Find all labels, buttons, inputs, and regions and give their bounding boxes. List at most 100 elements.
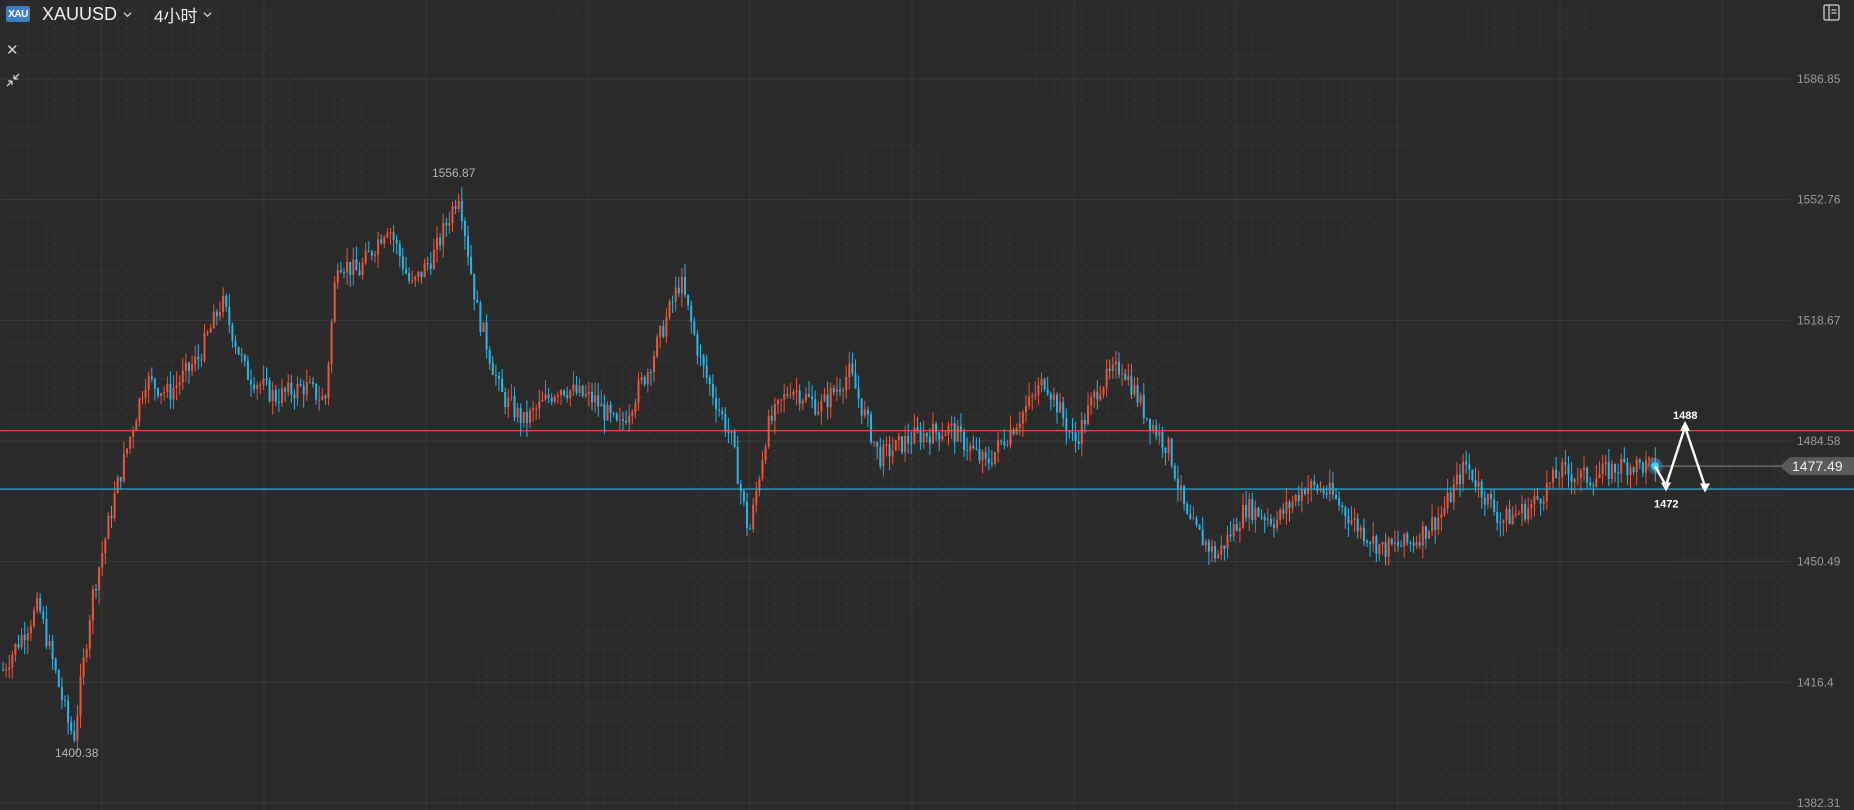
map-dot (1610, 647, 1614, 651)
map-dot (980, 224, 984, 228)
map-dot (341, 170, 345, 174)
map-dot (791, 476, 795, 480)
map-dot (944, 422, 948, 426)
map-dot (800, 584, 804, 588)
map-dot (1538, 710, 1542, 714)
map-dot (1196, 206, 1200, 210)
map-dot (1601, 728, 1605, 732)
map-dot (1322, 197, 1326, 201)
map-dot (926, 575, 930, 579)
map-dot (683, 692, 687, 696)
map-dot (926, 404, 930, 408)
map-dot (1394, 107, 1398, 111)
map-dot (53, 287, 57, 291)
map-dot (1106, 269, 1110, 273)
map-dot (620, 728, 624, 732)
map-dot (1052, 35, 1056, 39)
map-dot (359, 188, 363, 192)
map-dot (1151, 269, 1155, 273)
map-dot (1061, 287, 1065, 291)
map-dot (143, 368, 147, 372)
map-dot (503, 728, 507, 732)
map-dot (872, 458, 876, 462)
map-dot (44, 296, 48, 300)
map-dot (1259, 98, 1263, 102)
map-dot (1178, 188, 1182, 192)
map-dot (710, 746, 714, 750)
map-dot (1547, 701, 1551, 705)
map-dot (1565, 665, 1569, 669)
map-dot (890, 620, 894, 624)
map-dot (1655, 782, 1659, 786)
map-dot (935, 494, 939, 498)
map-dot (116, 404, 120, 408)
map-dot (602, 683, 606, 687)
map-dot (8, 197, 12, 201)
map-dot (1025, 314, 1029, 318)
map-dot (1205, 152, 1209, 156)
map-dot (1574, 701, 1578, 705)
map-dot (701, 476, 705, 480)
map-dot (80, 35, 84, 39)
map-dot (755, 611, 759, 615)
map-dot (881, 548, 885, 552)
map-dot (206, 80, 210, 84)
map-dot (800, 476, 804, 480)
map-dot (1574, 26, 1578, 30)
map-dot (278, 89, 282, 93)
map-dot (1178, 44, 1182, 48)
map-dot (53, 323, 57, 327)
map-dot (1709, 674, 1713, 678)
map-dot (656, 791, 660, 795)
map-dot (1052, 53, 1056, 57)
map-dot (80, 359, 84, 363)
map-dot (1547, 683, 1551, 687)
map-dot (512, 737, 516, 741)
map-dot (917, 485, 921, 489)
map-dot (908, 170, 912, 174)
map-dot (1214, 170, 1218, 174)
map-dot (1025, 251, 1029, 255)
map-dot (521, 656, 525, 660)
map-dot (791, 539, 795, 543)
map-dot (242, 17, 246, 21)
map-dot (944, 485, 948, 489)
map-dot (1736, 512, 1740, 516)
map-dot (269, 71, 273, 75)
map-dot (746, 431, 750, 435)
map-dot (116, 377, 120, 381)
map-dot (1520, 737, 1524, 741)
map-dot (1160, 260, 1164, 264)
map-dot (44, 71, 48, 75)
map-dot (557, 719, 561, 723)
map-dot (980, 350, 984, 354)
map-dot (1259, 62, 1263, 66)
map-dot (1565, 791, 1569, 795)
map-dot (1484, 737, 1488, 741)
map-dot (656, 773, 660, 777)
map-dot (944, 305, 948, 309)
price-chart[interactable]: 1586.851552.761518.671484.581450.491416.… (0, 0, 1854, 810)
map-dot (1781, 656, 1785, 660)
map-dot (332, 116, 336, 120)
map-dot (1484, 674, 1488, 678)
map-dot (989, 260, 993, 264)
map-dot (1583, 737, 1587, 741)
map-dot (827, 206, 831, 210)
map-dot (98, 404, 102, 408)
map-dot (1322, 242, 1326, 246)
map-dot (1466, 710, 1470, 714)
map-dot (692, 710, 696, 714)
map-dot (71, 368, 75, 372)
map-dot (1214, 8, 1218, 12)
map-dot (1475, 782, 1479, 786)
map-dot (1052, 413, 1056, 417)
map-dot (1259, 89, 1263, 93)
map-dot (953, 368, 957, 372)
map-dot (845, 152, 849, 156)
map-dot (1565, 737, 1569, 741)
map-dot (1592, 8, 1596, 12)
map-dot (1709, 575, 1713, 579)
map-dot (350, 152, 354, 156)
map-dot (890, 431, 894, 435)
